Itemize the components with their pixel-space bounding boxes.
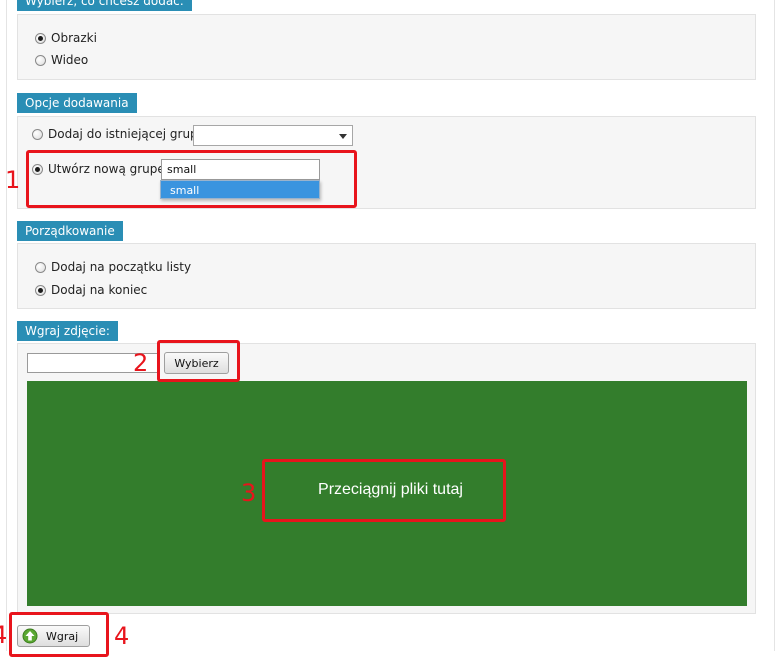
radio-add-end[interactable]: Dodaj na koniec	[35, 283, 147, 297]
annotation-box-3	[262, 459, 506, 522]
annotation-number-4-left: 4	[0, 623, 7, 647]
chevron-down-icon	[339, 134, 347, 139]
radio-label: Obrazki	[51, 31, 97, 45]
legend-upload: Wgraj zdjęcie:	[17, 321, 118, 341]
radio-button[interactable]	[32, 128, 43, 140]
annotation-box-1	[26, 150, 357, 208]
annotation-number-4: 4	[114, 622, 130, 650]
legend-ordering: Porządkowanie	[17, 221, 123, 241]
radio-label: Dodaj na koniec	[51, 283, 148, 297]
radio-button[interactable]	[35, 32, 46, 44]
annotation-box-2	[157, 340, 240, 382]
annotation-number-3: 3	[241, 479, 257, 507]
radio-add-start[interactable]: Dodaj na początku listy	[35, 260, 191, 274]
radio-button[interactable]	[35, 261, 46, 273]
existing-group-select[interactable]	[193, 125, 353, 146]
radio-label: Dodaj do istniejącej grupy:	[48, 127, 208, 141]
radio-label: Wideo	[51, 53, 89, 67]
radio-button[interactable]	[35, 54, 46, 66]
annotation-number-2: 2	[133, 349, 149, 377]
radio-existing-group[interactable]: Dodaj do istniejącej grupy:	[32, 127, 208, 141]
section-type	[17, 14, 756, 80]
section-ordering	[17, 243, 756, 309]
annotation-box-4	[9, 612, 109, 657]
radio-wideo[interactable]: Wideo	[35, 53, 88, 67]
annotation-number-1: 1	[5, 166, 21, 194]
legend-add-options: Opcje dodawania	[17, 93, 137, 113]
radio-button[interactable]	[35, 284, 46, 296]
radio-label: Dodaj na początku listy	[51, 260, 192, 274]
radio-obrazki[interactable]: Obrazki	[35, 31, 97, 45]
legend-type: Wybierz, co chcesz dodać:	[17, 0, 192, 11]
